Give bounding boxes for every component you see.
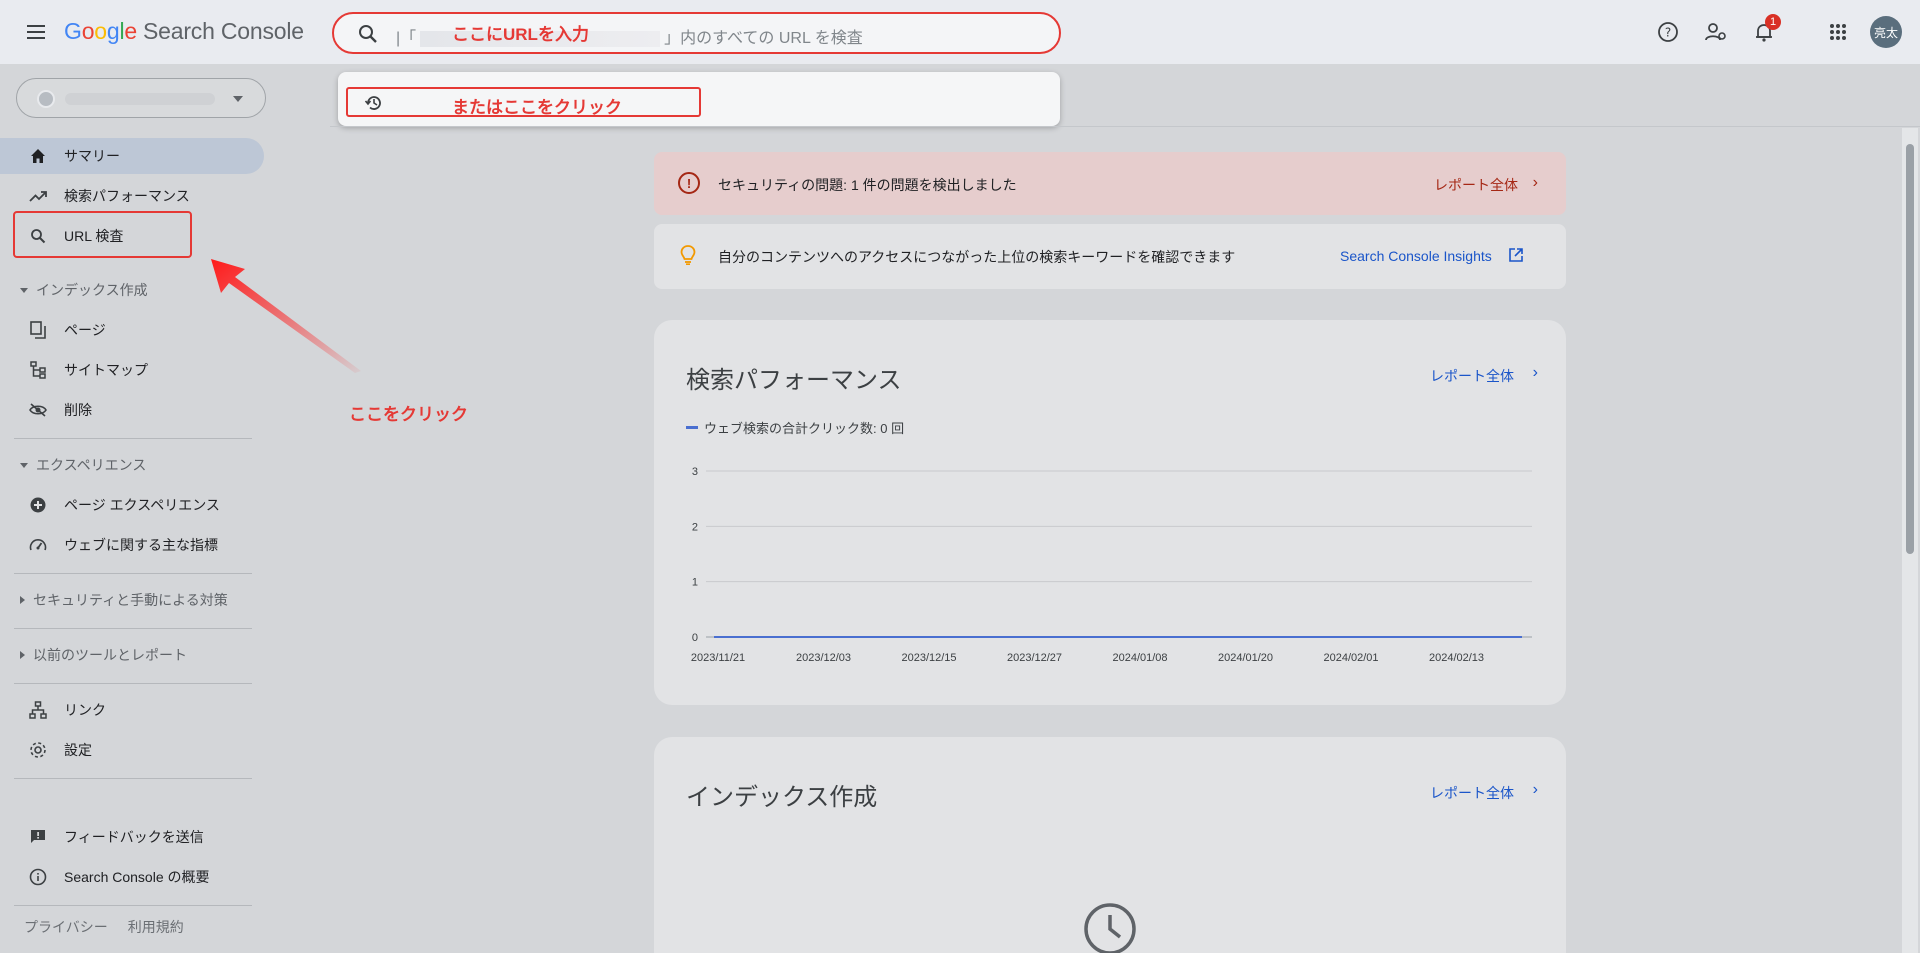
pages-icon <box>28 320 48 340</box>
avatar[interactable]: 亮太 <box>1870 16 1902 48</box>
index-card: インデックス作成 レポート全体 › <box>654 737 1566 953</box>
notification-badge: 1 <box>1765 14 1781 30</box>
chevron-right-icon[interactable]: › <box>1533 781 1538 799</box>
sidebar-divider <box>14 683 252 684</box>
sidebar-divider <box>14 628 252 629</box>
alert-full-report-link[interactable]: レポート全体 <box>1434 175 1518 195</box>
chevron-right-icon <box>20 651 25 659</box>
chart-x-tick-label: 2024/01/08 <box>1112 652 1167 664</box>
main-scrollbar[interactable] <box>1902 128 1918 953</box>
chart-x-tick-label: 2023/12/15 <box>901 652 956 664</box>
annotation-arrow-icon <box>211 259 361 373</box>
sidebar-item-performance[interactable]: 検索パフォーマンス <box>0 178 264 214</box>
gauge-icon <box>28 535 48 555</box>
lightbulb-icon <box>680 245 696 265</box>
chart-y-tick-label: 1 <box>692 577 698 589</box>
performance-chart: 0 1 2 3 2023/11/21 2023/12/03 2023/12/15 2023/1… <box>691 466 1532 664</box>
removals-icon <box>28 400 48 420</box>
clock-icon <box>1084 903 1136 953</box>
terms-link[interactable]: 利用規約 <box>128 919 184 935</box>
redacted-property-name <box>65 93 215 105</box>
chart-x-tick-label: 2024/02/01 <box>1323 652 1378 664</box>
menu-icon[interactable] <box>24 20 48 44</box>
chart-x-tick-label: 2024/02/13 <box>1429 652 1484 664</box>
sidebar-item-removals[interactable]: 削除 <box>0 392 264 428</box>
section-indexing[interactable]: インデックス作成 <box>20 278 148 302</box>
content-divider <box>330 126 1920 127</box>
history-icon <box>364 96 381 110</box>
sidebar-divider <box>14 778 252 779</box>
home-icon <box>28 146 48 166</box>
insights-link[interactable]: Search Console Insights <box>1340 248 1492 264</box>
section-legacy-tools[interactable]: 以前のツールとレポート <box>20 643 187 667</box>
chart-y-tick-label: 2 <box>692 521 698 533</box>
error-icon: ! <box>678 172 700 194</box>
sidebar-item-links[interactable]: リンク <box>0 692 264 728</box>
performance-card: 検索パフォーマンス レポート全体 › ウェブ検索の合計クリック数: 0 回 01… <box>654 320 1566 705</box>
feedback-icon <box>28 827 48 847</box>
url-inspection-highlight <box>13 211 192 258</box>
links-icon <box>28 700 48 720</box>
help-icon[interactable]: ? <box>1654 18 1682 46</box>
chevron-down-icon <box>233 96 243 102</box>
chart-x-tick-label: 2023/12/03 <box>796 652 851 664</box>
plus-circle-icon <box>28 495 48 515</box>
sidebar-footer: プライバシー 利用規約 <box>24 917 204 937</box>
apps-icon[interactable] <box>1824 18 1852 46</box>
search-icon <box>359 25 377 43</box>
dropdown-annotation: またはここをクリック <box>452 98 622 117</box>
sidebar-item-settings[interactable]: 設定 <box>0 732 264 768</box>
sitemap-icon <box>28 360 48 380</box>
sidebar-divider <box>14 573 252 574</box>
sidebar-item-core-web-vitals[interactable]: ウェブに関する主な指標 <box>0 527 264 563</box>
search-suggestions-dropdown: またはここをクリック <box>338 72 1060 126</box>
chevron-right-icon <box>20 596 25 604</box>
index-full-report-link[interactable]: レポート全体 <box>1430 783 1514 803</box>
svg-text:?: ? <box>1665 26 1671 40</box>
chart-x-tick-label: 2024/01/20 <box>1218 652 1273 664</box>
privacy-link[interactable]: プライバシー <box>24 919 108 935</box>
globe-icon <box>37 90 55 108</box>
section-experience[interactable]: エクスペリエンス <box>20 453 146 477</box>
settings-icon <box>28 740 48 760</box>
notifications-icon[interactable]: 1 <box>1750 14 1781 46</box>
security-alert: ! セキュリティの問題: 1 件の問題を検出しました レポート全体 › <box>654 152 1566 215</box>
property-selector[interactable] <box>16 78 266 118</box>
sidebar-item-page-experience[interactable]: ページ エクスペリエンス <box>0 487 264 523</box>
insights-banner: 自分のコンテンツへのアクセスにつながった上位の検索キーワードを確認できます Se… <box>654 224 1566 289</box>
chevron-down-icon <box>20 287 28 293</box>
product-name: Search Console <box>143 18 304 44</box>
sidebar-item-summary[interactable]: サマリー <box>0 138 264 174</box>
recent-url-suggestion[interactable]: またはここをクリック <box>346 87 701 117</box>
info-icon <box>28 867 48 887</box>
app-header: Google Search Console |「 」内のすべての URL を検査 こ… <box>0 0 1920 64</box>
section-security[interactable]: セキュリティと手動による対策 <box>20 588 228 612</box>
chevron-down-icon <box>20 462 28 468</box>
chart-x-tick-label: 2023/11/21 <box>691 652 745 664</box>
sidebar-item-feedback[interactable]: フィードバックを送信 <box>0 819 264 855</box>
chart-x-tick-label: 2023/12/27 <box>1007 652 1062 664</box>
sidebar-divider <box>14 905 252 906</box>
url-inspection-search-bar[interactable]: |「 」内のすべての URL を検査 ここにURLを入力 <box>332 12 1061 54</box>
app-logo[interactable]: Google Search Console <box>64 18 304 45</box>
index-card-title: インデックス作成 <box>686 784 878 811</box>
manage-users-icon[interactable] <box>1702 18 1730 46</box>
sidebar-item-about[interactable]: Search Console の概要 <box>0 859 264 895</box>
sidebar-divider <box>14 438 252 439</box>
chevron-right-icon[interactable]: › <box>1533 174 1538 192</box>
click-annotation: ここをクリック <box>349 405 468 424</box>
open-in-new-icon[interactable] <box>1509 248 1523 262</box>
search-annotation: ここにURLを入力 <box>452 25 589 44</box>
chart-y-tick-label: 3 <box>692 466 698 478</box>
scroll-thumb[interactable] <box>1906 144 1914 554</box>
chart-y-tick-label: 0 <box>692 632 698 644</box>
trending-icon <box>28 186 48 206</box>
